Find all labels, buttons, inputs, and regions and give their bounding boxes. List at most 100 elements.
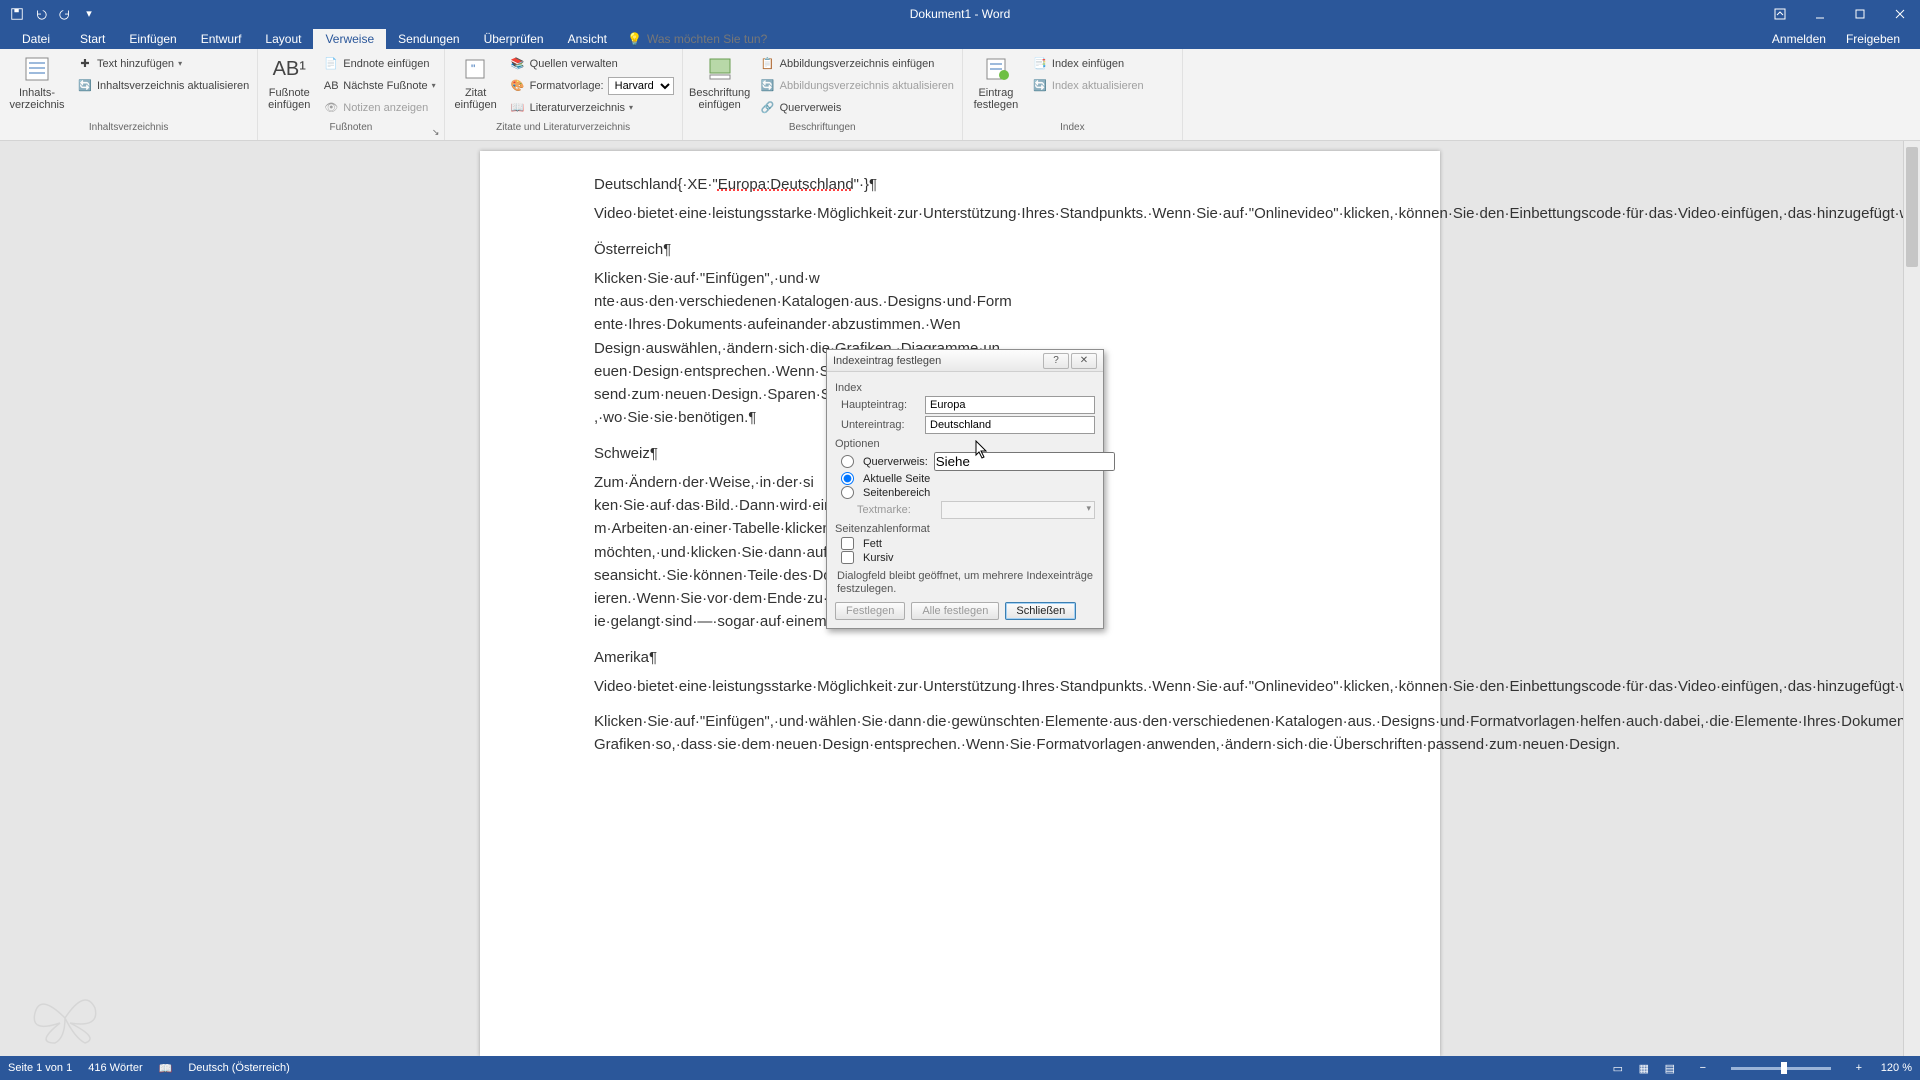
tab-insert[interactable]: Einfügen (117, 29, 188, 49)
save-icon[interactable] (6, 3, 28, 25)
tab-mailings[interactable]: Sendungen (386, 29, 471, 49)
status-proofing-icon[interactable]: 📖 (159, 1062, 173, 1075)
tof-icon: 📋 (760, 56, 776, 72)
crossref-radio[interactable] (841, 455, 854, 468)
insert-index-icon: 📑 (1032, 56, 1048, 72)
update-toc-button[interactable]: 🔄Inhaltsverzeichnis aktualisieren (73, 75, 253, 96)
vertical-scrollbar[interactable] (1903, 141, 1920, 1056)
toc-icon (21, 53, 53, 85)
insert-caption-button[interactable]: Beschriftung einfügen (687, 51, 753, 111)
quick-access-toolbar: ▾ (0, 3, 100, 25)
add-text-button[interactable]: ✚Text hinzufügen (73, 53, 253, 74)
zoom-slider[interactable] (1731, 1067, 1831, 1070)
tab-file[interactable]: Datei (4, 29, 68, 49)
dialog-help-icon[interactable]: ? (1043, 353, 1069, 369)
update-index-button: 🔄Index aktualisieren (1028, 75, 1148, 96)
window-controls (1760, 0, 1920, 27)
read-mode-icon[interactable]: ▭ (1607, 1059, 1629, 1077)
insert-index-button[interactable]: 📑Index einfügen (1028, 53, 1148, 74)
maximize-icon[interactable] (1840, 0, 1880, 27)
crossref-label: Querverweis: (863, 456, 928, 468)
paragraph: Video·bietet·eine·leistungsstarke·Möglic… (594, 675, 1326, 698)
page-range-label: Seitenbereich (863, 487, 930, 499)
add-text-icon: ✚ (77, 56, 93, 72)
group-citations: " Zitat einfügen 📚Quellen verwalten 🎨 Fo… (445, 49, 683, 140)
tab-layout[interactable]: Layout (253, 29, 313, 49)
mark-entry-button[interactable]: Eintrag festlegen (967, 51, 1025, 111)
dialog-close-icon[interactable]: ✕ (1071, 353, 1097, 369)
bibliography-icon: 📖 (510, 100, 526, 116)
current-page-radio[interactable] (841, 472, 854, 485)
ribbon-tabs: Datei Start Einfügen Entwurf Layout Verw… (0, 27, 1920, 49)
sub-entry-input[interactable] (925, 416, 1095, 434)
heading-amerika: Amerika¶ (594, 646, 1326, 669)
bibliography-button[interactable]: 📖Literaturverzeichnis (506, 97, 678, 118)
status-page[interactable]: Seite 1 von 1 (8, 1062, 72, 1074)
next-footnote-button[interactable]: ABNächste Fußnote (319, 75, 439, 96)
zoom-level[interactable]: 120 % (1881, 1062, 1912, 1074)
zoom-in-icon[interactable]: + (1853, 1062, 1865, 1074)
print-layout-icon[interactable]: ▦ (1633, 1059, 1655, 1077)
status-words[interactable]: 416 Wörter (88, 1062, 142, 1074)
close-button[interactable]: Schließen (1005, 602, 1076, 620)
bold-checkbox[interactable] (841, 537, 854, 550)
italic-checkbox[interactable] (841, 551, 854, 564)
heading-oesterreich: Österreich¶ (594, 238, 1326, 261)
update-tof-icon: 🔄 (760, 78, 776, 94)
main-entry-label: Haupteintrag: (841, 399, 919, 411)
scroll-thumb[interactable] (1906, 147, 1918, 267)
endnote-icon: 📄 (323, 56, 339, 72)
show-notes-button: 👁Notizen anzeigen (319, 97, 439, 118)
insert-citation-button[interactable]: " Zitat einfügen (449, 51, 503, 111)
toc-button[interactable]: Inhalts- verzeichnis (4, 51, 70, 111)
tab-start[interactable]: Start (68, 29, 117, 49)
undo-icon[interactable] (30, 3, 52, 25)
share-link[interactable]: Freigeben (1836, 29, 1910, 49)
tell-me[interactable]: 💡 Was möchten Sie tun? (619, 29, 775, 49)
web-layout-icon[interactable]: ▤ (1659, 1059, 1681, 1077)
insert-tof-button[interactable]: 📋Abbildungsverzeichnis einfügen (756, 53, 958, 74)
mark-index-entry-dialog: Indexeintrag festlegen ? ✕ Index Hauptei… (826, 349, 1104, 629)
tab-references[interactable]: Verweise (313, 29, 386, 49)
tab-view[interactable]: Ansicht (556, 29, 619, 49)
heading-deutschland: Deutschland{·XE·"Europa:Deutschland"·}¶ (594, 173, 1326, 196)
tab-review[interactable]: Überprüfen (472, 29, 556, 49)
update-tof-button: 🔄Abbildungsverzeichnis aktualisieren (756, 75, 958, 96)
cross-ref-button[interactable]: 🔗Querverweis (756, 97, 958, 118)
close-icon[interactable] (1880, 0, 1920, 27)
current-page-label: Aktuelle Seite (863, 473, 930, 485)
titlebar: ▾ Dokument1 - Word (0, 0, 1920, 27)
page-range-radio[interactable] (841, 486, 854, 499)
footnote-icon: AB¹ (273, 53, 305, 85)
group-footnotes: AB¹ Fußnote einfügen 📄Endnote einfügen A… (258, 49, 444, 140)
svg-text:": " (471, 62, 475, 76)
minimize-icon[interactable] (1800, 0, 1840, 27)
manage-sources-button[interactable]: 📚Quellen verwalten (506, 53, 678, 74)
mark-button[interactable]: Festlegen (835, 602, 905, 620)
citation-icon: " (460, 53, 492, 85)
paragraph: Klicken·Sie·auf·"Einfügen",·und·wählen·S… (594, 710, 1326, 757)
dialog-titlebar[interactable]: Indexeintrag festlegen ? ✕ (827, 350, 1103, 372)
group-label-footnotes: Fußnoten (262, 122, 439, 138)
main-entry-input[interactable] (925, 396, 1095, 414)
insert-footnote-button[interactable]: AB¹ Fußnote einfügen (262, 51, 316, 111)
zoom-thumb[interactable] (1781, 1062, 1787, 1074)
zoom-out-icon[interactable]: − (1697, 1062, 1709, 1074)
group-toc: Inhalts- verzeichnis ✚Text hinzufügen 🔄I… (0, 49, 258, 140)
ribbon-options-icon[interactable] (1760, 0, 1800, 27)
sign-in-link[interactable]: Anmelden (1762, 29, 1836, 49)
mark-all-button[interactable]: Alle festlegen (911, 602, 999, 620)
crossref-input[interactable] (934, 452, 1115, 471)
style-select[interactable]: Harvard (608, 77, 674, 95)
footnotes-launcher[interactable]: ↘ (430, 126, 442, 138)
section-index: Index (835, 382, 1095, 394)
tab-design[interactable]: Entwurf (189, 29, 254, 49)
manage-sources-icon: 📚 (510, 56, 526, 72)
group-label-citations: Zitate und Literaturverzeichnis (449, 122, 678, 138)
insert-endnote-button[interactable]: 📄Endnote einfügen (319, 53, 439, 74)
qat-customize-icon[interactable]: ▾ (78, 3, 100, 25)
bookmark-label: Textmarke: (857, 504, 935, 516)
redo-icon[interactable] (54, 3, 76, 25)
view-buttons: ▭ ▦ ▤ (1607, 1059, 1681, 1077)
status-language[interactable]: Deutsch (Österreich) (188, 1062, 289, 1074)
